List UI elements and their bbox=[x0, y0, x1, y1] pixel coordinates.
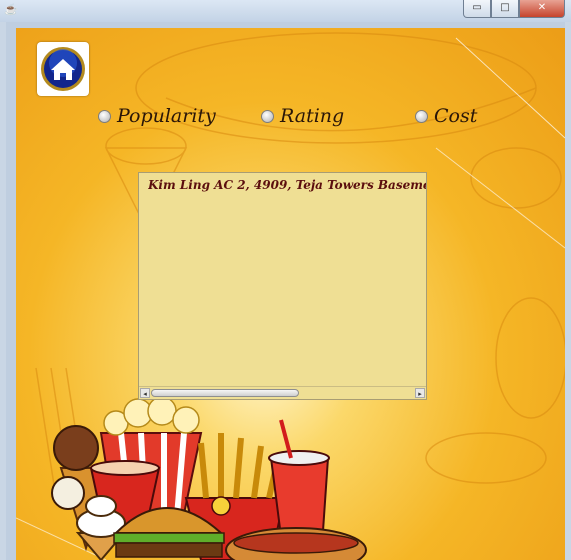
sort-popularity-radio[interactable]: Popularity bbox=[98, 104, 216, 128]
home-icon bbox=[41, 47, 85, 91]
radio-label: Cost bbox=[434, 105, 478, 127]
scroll-right-arrow-icon[interactable]: ▸ bbox=[415, 388, 425, 398]
window-controls: ▭ □ ✕ bbox=[463, 0, 565, 18]
scrollbar-thumb[interactable] bbox=[151, 389, 299, 397]
sort-cost-radio[interactable]: Cost bbox=[415, 104, 477, 128]
sort-rating-radio[interactable]: Rating bbox=[261, 104, 344, 128]
java-cup-icon: ☕ bbox=[4, 3, 18, 16]
window-frame: Popularity Rating Cost Kim Ling AC 2, 49… bbox=[6, 22, 565, 560]
window-titlebar[interactable]: ☕ ▭ □ ✕ bbox=[0, 0, 571, 22]
radio-label: Popularity bbox=[117, 105, 216, 127]
result-line: Kim Ling AC 2, 4909, Teja Towers Baseme bbox=[148, 178, 426, 192]
radio-button[interactable] bbox=[261, 109, 274, 123]
home-button[interactable] bbox=[37, 42, 89, 96]
maximize-button[interactable]: □ bbox=[491, 0, 519, 18]
food-background-panel: Popularity Rating Cost Kim Ling AC 2, 49… bbox=[16, 28, 565, 560]
horizontal-scrollbar[interactable]: ◂ ▸ bbox=[139, 386, 426, 399]
results-text-area[interactable]: Kim Ling AC 2, 4909, Teja Towers Baseme … bbox=[138, 172, 427, 400]
radio-label: Rating bbox=[280, 105, 345, 127]
scroll-left-arrow-icon[interactable]: ◂ bbox=[140, 388, 150, 398]
radio-button[interactable] bbox=[415, 109, 428, 123]
radio-button[interactable] bbox=[98, 109, 111, 123]
close-button[interactable]: ✕ bbox=[519, 0, 565, 18]
minimize-button[interactable]: ▭ bbox=[463, 0, 491, 18]
